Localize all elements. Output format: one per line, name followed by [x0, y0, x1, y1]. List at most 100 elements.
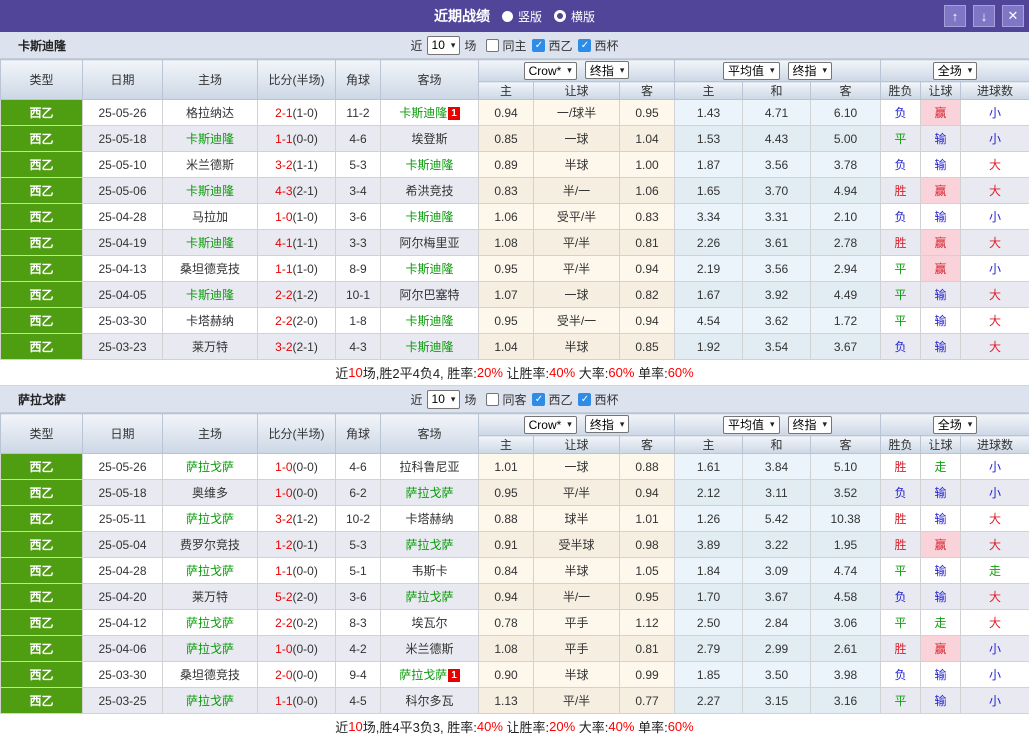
crow-home-odds-cell: 1.06	[478, 203, 534, 230]
date-cell: 25-04-28	[82, 557, 163, 584]
match-count-select[interactable]: 10 ▾	[426, 389, 461, 409]
corner-cell: 4-6	[335, 453, 381, 480]
league-checkbox[interactable]: ✓ 西乙	[532, 37, 572, 54]
away-team-name: 卡斯迪隆	[405, 158, 454, 172]
away-team-name: 卡斯迪隆	[405, 314, 454, 328]
league-checkbox-label: 西乙	[548, 38, 573, 53]
horizontal-layout-radio[interactable]: 横版	[554, 8, 595, 25]
subheader-home-odds: 主	[478, 435, 534, 454]
crow-handicap-cell: 平手	[533, 609, 620, 636]
avg-draw-odds-cell: 3.62	[742, 307, 811, 334]
crow-odds-select[interactable]: Crow* ▾	[523, 61, 577, 80]
up-arrow-icon: ↑	[951, 8, 959, 24]
final-odds-select-2-value: 终指	[792, 418, 817, 432]
crow-home-odds-cell: 0.90	[478, 661, 534, 688]
avg-away-odds-cell: 4.94	[809, 177, 882, 204]
away-team-name: 阿尔巴塞特	[399, 288, 460, 302]
filter-bar: 近 10 ▾ 场同客 ✓ 西乙 ✓ 西杯	[410, 389, 618, 409]
table-row: 西乙 25-05-10 米兰德斯 3-2(1-1) 5-3 卡斯迪隆 0.89 半球 1.00 1…	[0, 151, 1029, 178]
away-team-cell: 拉科鲁尼亚	[380, 453, 479, 480]
avg-home-odds-cell: 2.27	[674, 687, 743, 714]
crow-home-odds-cell: 0.83	[478, 177, 534, 204]
final-odds-select-2[interactable]: 终指 ▾	[787, 415, 833, 434]
home-team-name: 卡斯迪隆	[185, 184, 234, 198]
fulltime-score: 1-0	[275, 485, 293, 500]
handicap-result-cell: 输	[920, 203, 962, 230]
crow-handicap-cell: 受平/半	[533, 203, 620, 230]
home-team-name: 卡斯迪隆	[185, 132, 234, 146]
away-team-name: 萨拉戈萨	[405, 590, 454, 604]
match-count-select[interactable]: 10 ▾	[426, 35, 461, 55]
home-team-cell: 卡斯迪隆	[162, 281, 258, 308]
avg-away-odds-cell: 3.06	[809, 609, 882, 636]
close-button[interactable]: ✕	[1002, 5, 1024, 27]
summary-text: 让胜率:	[502, 366, 550, 381]
avg-draw-odds-cell: 3.56	[742, 255, 811, 282]
halftime-score: (0-0)	[292, 641, 318, 656]
same-venue-checkbox[interactable]: 同客	[486, 391, 526, 408]
corner-cell: 4-3	[335, 333, 381, 360]
date-cell: 25-05-04	[82, 531, 163, 558]
crow-odds-select[interactable]: Crow* ▾	[523, 415, 577, 434]
crow-home-odds-cell: 0.95	[478, 479, 534, 506]
chevron-down-icon: ▾	[769, 419, 775, 429]
final-odds-select[interactable]: 终指 ▾	[584, 415, 630, 434]
avg-home-odds-cell: 1.61	[674, 453, 743, 480]
match-result-cell: 胜	[880, 229, 922, 256]
crow-away-odds-cell: 0.94	[619, 307, 675, 334]
team-section: 卡斯迪隆近 10 ▾ 场同主 ✓ 西乙 ✓ 西杯 类型 日期 主场 比分(半场) 角球 客场 Crow* ▾ 终…	[0, 32, 1029, 386]
same-venue-checkbox[interactable]: 同主	[486, 37, 526, 54]
date-cell: 25-04-19	[82, 229, 163, 256]
average-odds-select[interactable]: 平均值 ▾	[722, 415, 780, 434]
summary-value: 20%	[549, 719, 576, 734]
move-down-button[interactable]: ↓	[973, 5, 995, 27]
away-team-name: 卡塔赫纳	[405, 512, 454, 526]
vertical-layout-radio[interactable]: 竖版	[501, 8, 542, 25]
chevron-down-icon: ▾	[822, 65, 828, 75]
halftime-score: (1-2)	[292, 287, 318, 302]
near-label: 近	[410, 392, 423, 407]
crow-odds-select-value: Crow*	[528, 417, 562, 432]
crow-away-odds-cell: 1.06	[619, 177, 675, 204]
team-section: 萨拉戈萨近 10 ▾ 场同客 ✓ 西乙 ✓ 西杯 类型 日期 主场 比分(半场) 角球 客场 Crow* ▾ 终…	[0, 386, 1029, 735]
move-up-button[interactable]: ↑	[944, 5, 966, 27]
halftime-score: (0-0)	[292, 131, 318, 146]
avg-draw-odds-cell: 2.99	[742, 635, 811, 662]
avg-draw-odds-cell: 3.54	[742, 333, 811, 360]
summary-value: 40%	[476, 719, 503, 734]
table-row: 西乙 25-05-06 卡斯迪隆 4-3(2-1) 3-4 希洪竞技 0.83 半/一 1.06…	[0, 177, 1029, 204]
full-match-select[interactable]: 全场 ▾	[932, 61, 978, 80]
home-team-name: 米兰德斯	[185, 158, 234, 172]
summary-text: 近	[335, 720, 349, 735]
away-team-cell: 阿尔巴塞特	[380, 281, 479, 308]
near-label: 近	[410, 38, 423, 53]
final-odds-select-2[interactable]: 终指 ▾	[787, 61, 833, 80]
fulltime-score: 2-2	[275, 287, 293, 302]
home-team-cell: 萨拉戈萨	[162, 557, 258, 584]
fullmatch-header-group: 全场 ▾	[880, 59, 1029, 82]
average-odds-select[interactable]: 平均值 ▾	[722, 61, 780, 80]
filter-bar: 近 10 ▾ 场同主 ✓ 西乙 ✓ 西杯	[410, 35, 618, 55]
chevron-down-icon: ▾	[450, 39, 456, 50]
subheader-home-odds: 主	[478, 81, 534, 100]
cup-checkbox[interactable]: ✓ 西杯	[578, 37, 618, 54]
halftime-score: (0-2)	[292, 615, 318, 630]
match-result-cell: 负	[880, 661, 922, 688]
avg-draw-odds-cell: 3.56	[742, 151, 811, 178]
home-team-name: 萨拉戈萨	[185, 512, 234, 526]
chevron-down-icon: ▾	[769, 65, 775, 75]
cup-checkbox[interactable]: ✓ 西杯	[578, 391, 618, 408]
window-title: 近期战绩	[433, 8, 490, 24]
subheader-away-odds: 客	[619, 435, 675, 454]
fulltime-score: 1-1	[275, 563, 293, 578]
halftime-score: (0-1)	[292, 537, 318, 552]
goals-result-cell: 走	[960, 557, 1029, 584]
final-odds-select[interactable]: 终指 ▾	[584, 61, 630, 80]
table-row: 西乙 25-05-26 格拉纳达 2-1(1-0) 11-2 卡斯迪隆 1 0.94 一/球半 0…	[0, 99, 1029, 126]
avg-away-odds-cell: 3.67	[809, 333, 882, 360]
crow-away-odds-cell: 1.04	[619, 125, 675, 152]
crow-home-odds-cell: 0.85	[478, 125, 534, 152]
fulltime-score: 4-1	[275, 235, 293, 250]
league-checkbox[interactable]: ✓ 西乙	[532, 391, 572, 408]
full-match-select[interactable]: 全场 ▾	[932, 415, 978, 434]
